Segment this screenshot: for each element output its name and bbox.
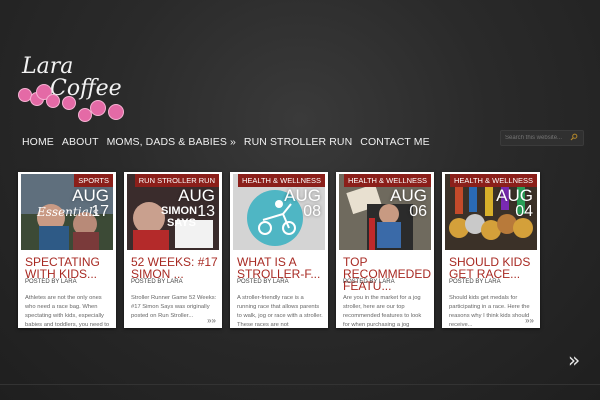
post-thumbnail[interactable]: Essentials SPORTS AUG 17 [21, 174, 113, 250]
post-card[interactable]: Essentials SPORTS AUG 17 SPECTATING WITH… [18, 172, 116, 328]
post-excerpt: Are you in the market for a jog stroller… [343, 295, 422, 328]
post-excerpt: Athletes are not the only ones who need … [25, 295, 110, 328]
logo-dot [78, 108, 92, 122]
post-card[interactable]: HEALTH & WELLNESS AUG 08 WHAT IS A STROL… [230, 172, 328, 328]
post-byline: POSTED BY LARA [131, 279, 183, 285]
post-byline: POSTED BY LARA [449, 279, 501, 285]
post-date-month: AUG [178, 186, 215, 205]
post-thumbnail[interactable]: HEALTH & WELLNESS AUG 08 [233, 174, 325, 250]
post-byline: POSTED BY LARA [343, 279, 395, 285]
post-date-month: AUG [284, 186, 321, 205]
post-title[interactable]: SPECTATING WITH KIDS... [25, 256, 113, 280]
logo-text-lara: Lara [22, 54, 74, 79]
post-date-month: AUG [72, 186, 109, 205]
post-byline: POSTED BY LARA [25, 279, 77, 285]
post-date: AUG 08 [284, 186, 321, 220]
logo-dot [90, 100, 106, 116]
post-date: AUG 17 [72, 186, 109, 220]
post-title[interactable]: 52 WEEKS: #17 SIMON ... [131, 256, 219, 280]
site-logo[interactable]: Lara Coffee [16, 52, 128, 124]
search-input[interactable] [505, 132, 565, 143]
post-date-day: 08 [303, 203, 321, 220]
post-title[interactable]: TOP RECOMMEDED FEATU... [343, 256, 431, 292]
nav-item-contact-me[interactable]: CONTACT ME [360, 136, 429, 148]
logo-dot [108, 104, 124, 120]
post-excerpt: Should kids get medals for participating… [449, 295, 530, 328]
nav-item-home[interactable]: HOME [22, 136, 54, 148]
post-title[interactable]: SHOULD KIDS GET RACE... [449, 256, 537, 280]
nav-item-run-stroller-run[interactable]: RUN STROLLER RUN [244, 136, 352, 148]
read-more-link[interactable]: »» [207, 316, 216, 325]
post-card[interactable]: HEALTH & WELLNESS AUG 06 TOP RECOMMEDED … [336, 172, 434, 328]
post-date: AUG 06 [390, 186, 427, 220]
post-excerpt: A stroller-friendly race is a running ra… [237, 295, 323, 328]
post-date: AUG 04 [496, 186, 533, 220]
logo-dot [46, 94, 60, 108]
post-date-day: 17 [91, 203, 109, 220]
post-date-day: 06 [409, 203, 427, 220]
main-nav: HOME ABOUT MOMS, DADS & BABIES » RUN STR… [22, 136, 430, 148]
post-thumbnail[interactable]: SIMON SAYS RUN STROLLER RUN AUG 13 [127, 174, 219, 250]
post-thumbnail[interactable]: HEALTH & WELLNESS AUG 06 [339, 174, 431, 250]
post-date: AUG 13 [178, 186, 215, 220]
post-date-day: 04 [515, 203, 533, 220]
logo-dot [62, 96, 76, 110]
footer-divider [0, 384, 600, 385]
nav-item-about[interactable]: ABOUT [62, 136, 99, 148]
post-title[interactable]: WHAT IS A STROLLER-F... [237, 256, 325, 280]
carousel-next-arrow-icon[interactable]: » [568, 348, 580, 372]
post-date-month: AUG [496, 186, 533, 205]
search-icon[interactable] [570, 133, 578, 141]
post-excerpt: Stroller Runner Game 52 Weeks: #17 Simon… [131, 295, 217, 319]
post-card[interactable]: HEALTH & WELLNESS AUG 04 SHOULD KIDS GET… [442, 172, 540, 328]
read-more-link[interactable]: »» [525, 316, 534, 325]
post-date-month: AUG [390, 186, 427, 205]
post-date-day: 13 [197, 203, 215, 220]
post-thumbnail[interactable]: HEALTH & WELLNESS AUG 04 [445, 174, 537, 250]
search-box [500, 130, 584, 146]
post-card[interactable]: SIMON SAYS RUN STROLLER RUN AUG 13 52 WE… [124, 172, 222, 328]
logo-text-coffee: Coffee [50, 76, 122, 101]
nav-item-moms-dads-babies[interactable]: MOMS, DADS & BABIES » [107, 136, 236, 148]
post-byline: POSTED BY LARA [237, 279, 289, 285]
